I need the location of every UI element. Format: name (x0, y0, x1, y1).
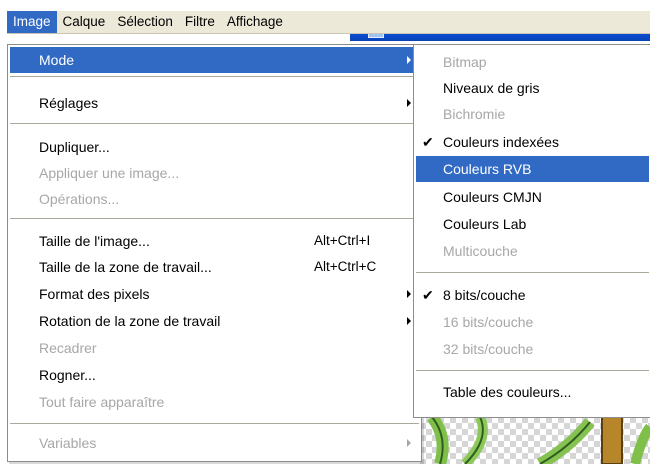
checkmark-icon: ✔ (422, 134, 434, 150)
submenu-item-label: 8 bits/couche (443, 287, 526, 303)
submenu-item-label: Bichromie (443, 106, 506, 122)
menu-item-mode[interactable]: Mode (10, 47, 419, 73)
submenu-item-bichromie[interactable]: Bichromie (416, 101, 649, 127)
menu-item-label: Variables (39, 435, 97, 451)
menu-separator (10, 76, 419, 77)
submenu-item-table-des-couleurs[interactable]: Table des couleurs... (416, 379, 649, 405)
menu-separator (10, 123, 419, 124)
menu-item-rotation-zone-travail[interactable]: Rotation de la zone de travail (10, 308, 419, 334)
submenu-item-couleurs-cmjn[interactable]: Couleurs CMJN (416, 184, 649, 210)
menu-item-label: Rotation de la zone de travail (39, 313, 221, 329)
menu-item-label: Taille de la zone de travail... (39, 259, 212, 275)
submenu-item-label: Niveaux de gris (443, 80, 540, 96)
menubar-selection[interactable]: Sélection (111, 11, 179, 33)
submenu-item-label: Couleurs indexées (443, 134, 559, 150)
submenu-item-bitmap[interactable]: Bitmap (416, 49, 649, 75)
menu-item-rogner[interactable]: Rogner... (10, 362, 419, 388)
submenu-item-couleurs-lab[interactable]: Couleurs Lab (416, 211, 649, 237)
menu-item-reglages[interactable]: Réglages (10, 90, 419, 116)
menu-item-label: Recadrer (39, 340, 97, 356)
submenu-arrow-icon (407, 439, 411, 447)
submenu-arrow-icon (407, 56, 411, 64)
menu-item-recadrer[interactable]: Recadrer (10, 335, 419, 361)
submenu-separator (416, 272, 649, 273)
document-canvas (420, 417, 650, 464)
menu-item-label: Format des pixels (39, 286, 150, 302)
submenu-item-label: Couleurs Lab (443, 216, 527, 232)
submenu-item-label: Couleurs RVB (443, 161, 532, 177)
submenu-item-8-bits[interactable]: ✔ 8 bits/couche (416, 282, 649, 308)
menu-item-shortcut: Alt+Ctrl+I (314, 233, 371, 248)
submenu-item-niveaux-de-gris[interactable]: Niveaux de gris (416, 75, 649, 101)
menu-item-variables[interactable]: Variables (10, 430, 419, 456)
menu-item-operations[interactable]: Opérations... (10, 186, 419, 212)
submenu-arrow-icon (407, 290, 411, 298)
submenu-item-couleurs-indexees[interactable]: ✔ Couleurs indexées (416, 129, 649, 155)
canvas-artwork (427, 417, 650, 464)
menu-item-taille-image[interactable]: Taille de l'image... Alt+Ctrl+I (10, 228, 419, 254)
menubar-image[interactable]: Image (7, 11, 57, 33)
menu-item-dupliquer[interactable]: Dupliquer... (10, 134, 419, 160)
menubar-filtre[interactable]: Filtre (179, 11, 221, 33)
menu-item-label: Appliquer une image... (39, 165, 180, 181)
submenu-arrow-icon (407, 317, 411, 325)
menu-item-shortcut: Alt+Ctrl+C (314, 259, 377, 274)
menu-separator (10, 423, 419, 424)
menu-item-appliquer-image[interactable]: Appliquer une image... (10, 160, 419, 186)
submenu-item-label: Table des couleurs... (443, 384, 572, 400)
submenu-item-label: Bitmap (443, 54, 487, 70)
image-menu: Mode Réglages Dupliquer... Appliquer une… (7, 44, 422, 462)
menu-item-label: Dupliquer... (39, 139, 110, 155)
checkmark-icon: ✔ (422, 287, 434, 303)
menu-item-label: Tout faire apparaître (39, 394, 165, 410)
submenu-item-32-bits[interactable]: 32 bits/couche (416, 336, 649, 362)
submenu-item-couleurs-rvb[interactable]: Couleurs RVB (416, 156, 649, 182)
menu-item-tout-faire-apparaitre[interactable]: Tout faire apparaître (10, 389, 419, 415)
menu-item-label: Opérations... (39, 191, 120, 207)
mode-submenu: Bitmap Niveaux de gris Bichromie ✔ Coule… (413, 44, 650, 418)
menu-bar: Image Calque Sélection Filtre Affichage (7, 11, 650, 34)
submenu-item-16-bits[interactable]: 16 bits/couche (416, 309, 649, 335)
menubar-affichage[interactable]: Affichage (221, 11, 289, 33)
submenu-item-label: 16 bits/couche (443, 314, 534, 330)
menubar-calque[interactable]: Calque (57, 11, 112, 33)
menu-item-format-pixels[interactable]: Format des pixels (10, 281, 419, 307)
menu-item-taille-zone-travail[interactable]: Taille de la zone de travail... Alt+Ctrl… (10, 254, 419, 280)
menu-item-label: Mode (39, 52, 75, 68)
menu-item-label: Réglages (39, 95, 99, 111)
submenu-item-label: Couleurs CMJN (443, 189, 542, 205)
submenu-arrow-icon (407, 99, 411, 107)
submenu-item-label: Multicouche (443, 243, 518, 259)
menu-item-label: Taille de l'image... (39, 233, 150, 249)
submenu-item-label: 32 bits/couche (443, 341, 534, 357)
submenu-separator (416, 370, 649, 371)
menu-separator (10, 218, 419, 219)
menu-item-label: Rogner... (39, 367, 96, 383)
submenu-item-multicouche[interactable]: Multicouche (416, 238, 649, 264)
